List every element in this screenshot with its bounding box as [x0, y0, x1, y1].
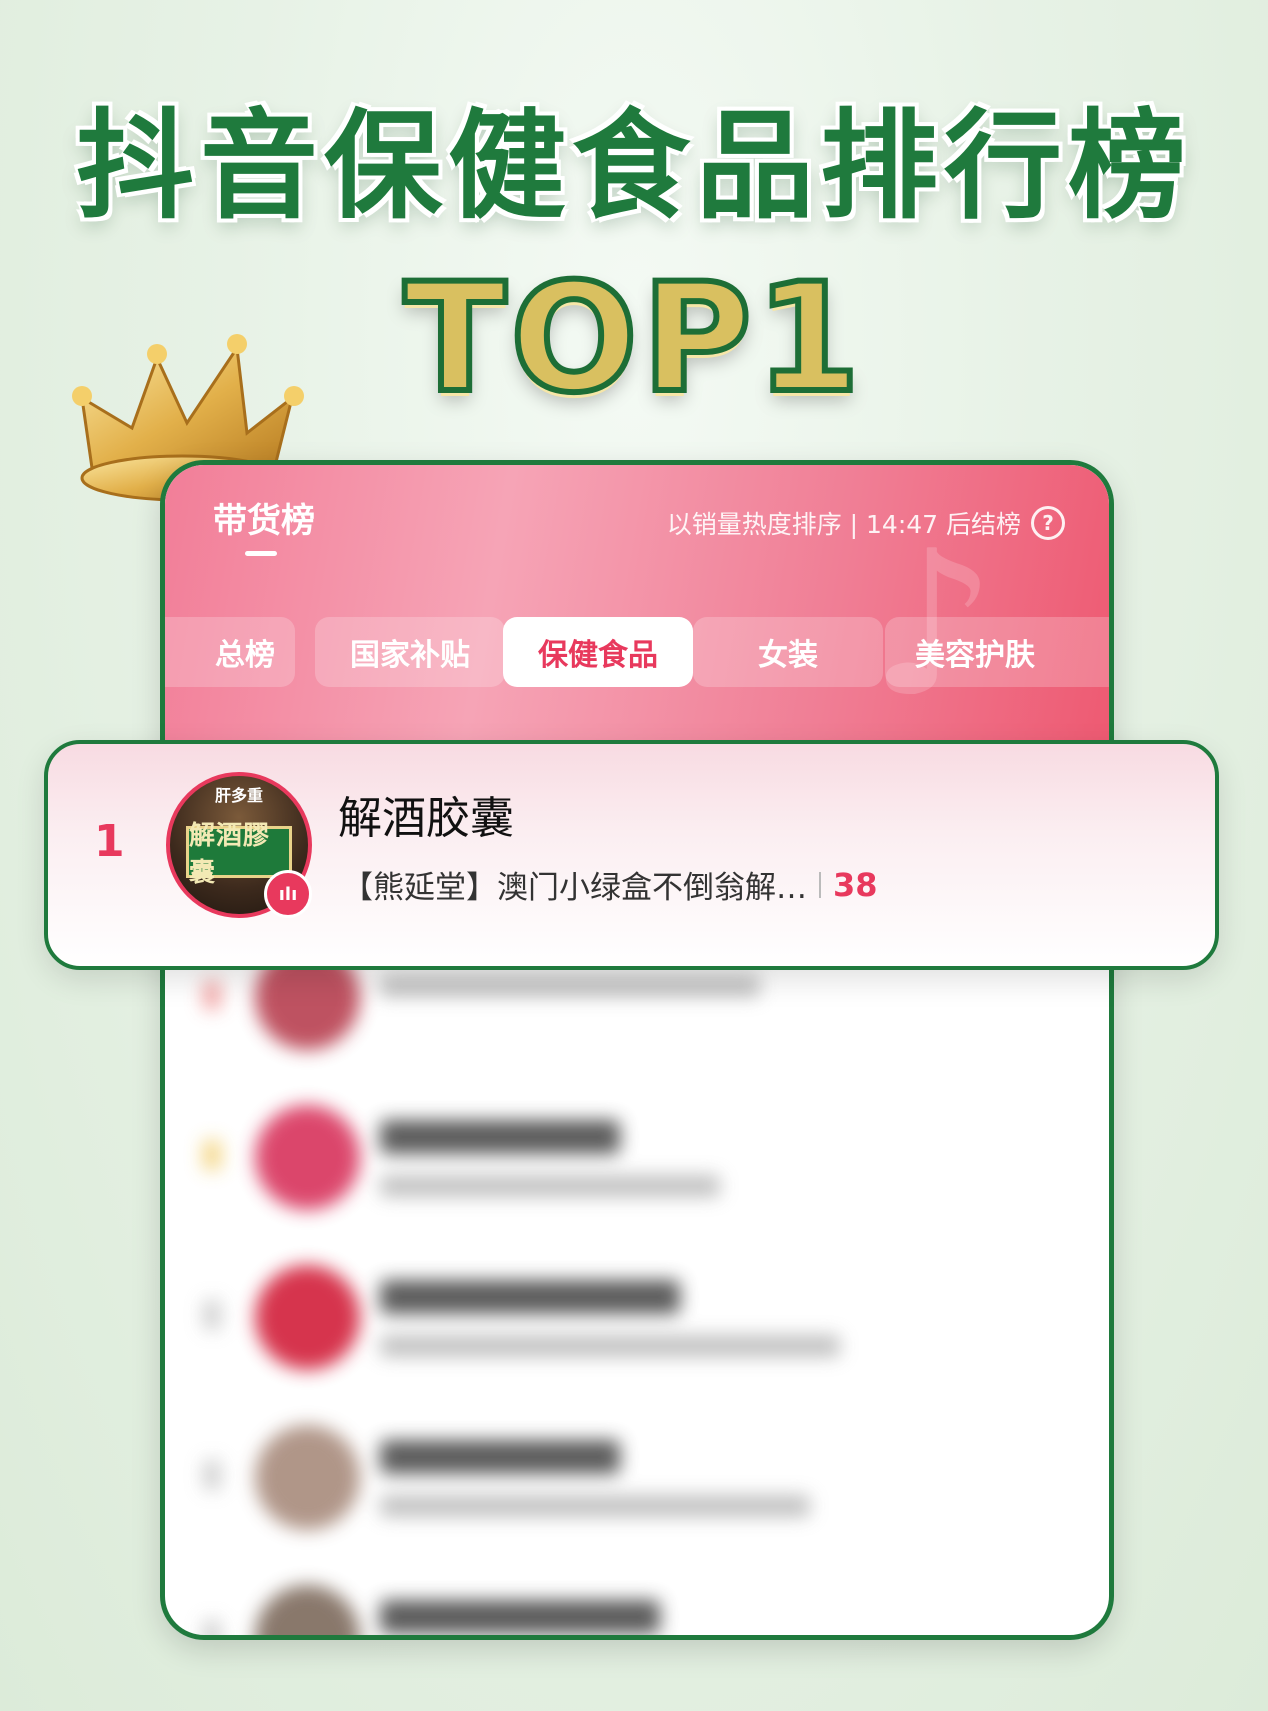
help-icon[interactable]: ? — [1031, 506, 1065, 540]
list-item — [165, 1255, 1109, 1415]
category-tabs: 总榜 国家补贴 保健食品 女装 美容护肤 — [165, 617, 1109, 689]
category-tab-subsidy[interactable]: 国家补贴 — [315, 617, 505, 687]
product-description: 【熊延堂】澳门小绿盒不倒翁解… 38 — [342, 862, 878, 907]
separator — [819, 871, 821, 898]
sort-info-text: 以销量热度排序 | 14:47 后结榜 — [666, 510, 1021, 539]
live-icon: ılı — [264, 870, 312, 918]
list-item — [165, 1415, 1109, 1575]
ranking-panel: ♪ 带货榜 以销量热度排序 | 14:47 后结榜 ? 总榜 国家补贴 保健食品… — [160, 460, 1114, 1640]
sort-info: 以销量热度排序 | 14:47 后结榜 ? — [667, 505, 1065, 541]
ranking-list-blurred — [165, 935, 1109, 1635]
category-tab-beauty[interactable]: 美容护肤 — [885, 617, 1109, 687]
panel-header: ♪ 带货榜 以销量热度排序 | 14:47 后结榜 ? 总榜 国家补贴 保健食品… — [165, 465, 1109, 755]
product-name[interactable]: 解酒胶囊 — [338, 782, 514, 846]
page-headline: 抖音保健食品排行榜 — [75, 97, 1192, 235]
category-tab-womenswear[interactable]: 女装 — [693, 617, 883, 687]
list-item — [165, 1095, 1109, 1255]
avatar-sign: 解酒膠囊 — [186, 821, 292, 888]
list-item — [165, 1575, 1109, 1635]
tab-title[interactable]: 带货榜 — [213, 493, 315, 542]
category-tab-health-food[interactable]: 保健食品 — [503, 617, 693, 687]
rank-number: 1 — [94, 816, 125, 867]
avatar-top-text: 肝多重 — [214, 786, 263, 805]
description-text: 【熊延堂】澳门小绿盒不倒翁解… — [342, 870, 807, 906]
sales-count: 38 — [833, 865, 878, 904]
category-tab-overall[interactable]: 总榜 — [165, 617, 295, 687]
top-ranked-item[interactable]: 1 肝多重 解酒膠囊 ılı 解酒胶囊 【熊延堂】澳门小绿盒不倒翁解… 38 — [44, 740, 1219, 970]
tab-underline — [245, 551, 277, 556]
